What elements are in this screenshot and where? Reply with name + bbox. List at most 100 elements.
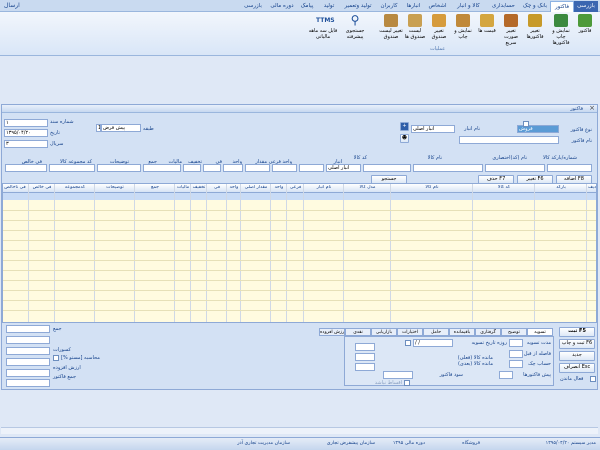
tab-fiscal-period[interactable]: دوره مالی [268,1,296,12]
side-input-3[interactable] [355,363,375,371]
tab-carrier[interactable]: حامل [423,328,449,336]
col-row[interactable]: ردیف [588,185,596,190]
grid-selected-row[interactable] [3,193,596,200]
tab-persons[interactable]: اشخاص [425,1,450,12]
invoice-ribbon-button[interactable]: فاکتور [574,14,596,34]
tab-invoice[interactable]: فاکتور [550,1,574,12]
tab-held[interactable]: گرفتاری [475,328,501,336]
tab-remain[interactable]: باقیمانده [449,328,475,336]
shortname-input[interactable] [485,164,545,172]
qty-input[interactable] [272,164,297,172]
account-input[interactable] [509,360,523,368]
col-tax[interactable]: مالیات [176,185,190,190]
group-number[interactable]: 1 [96,124,101,132]
tab-options[interactable]: اختیارات [397,328,423,336]
items-grid[interactable]: ردیف بارکد کد کالا نام کالا مدل کالا نام… [2,183,597,323]
col-price[interactable]: فی [208,185,226,190]
col-desc[interactable]: توضیحات [96,185,134,190]
horizontal-scrollbar[interactable] [1,427,598,434]
col-total[interactable]: جمع [136,185,174,190]
date-input[interactable]: ۱۳۹۵/۰۴/۲۰ [4,129,48,137]
col-barcode[interactable]: بارکد [536,185,586,190]
barcode-input[interactable] [547,164,592,172]
new-button[interactable]: جدید [559,351,595,361]
keep-open-checkbox[interactable] [590,376,596,382]
col-unit2[interactable]: واحد [228,185,240,190]
settle-days-input[interactable] [509,339,523,347]
change-cashbox-list-label: تغییر لیست صندوق [379,28,403,40]
change-cashbox-button[interactable]: تغییر صندوق [428,14,450,40]
tab-inspection[interactable]: بازرسی [574,1,598,12]
tab-sms[interactable]: پیامک [296,1,318,12]
desc-input[interactable] [97,164,141,172]
col-goods-name[interactable]: نام کالا [392,185,472,190]
tab-value-added[interactable]: ارزش افزوده [319,328,345,336]
change-cashbox-list-button[interactable]: تغییر لیست صندوق [378,14,404,40]
net-price-input[interactable] [5,164,47,172]
show-print-invoices-button[interactable]: نمایش و چاپ فاکتورها [548,14,574,46]
tax-input[interactable] [183,164,201,172]
price-input[interactable] [223,164,243,172]
col-sub[interactable]: فرعی [288,185,303,190]
save-print-button[interactable]: ثبت و چاپ F6 [559,339,595,349]
tab-audit[interactable]: بازرسی [238,1,268,12]
tab-marketer[interactable]: بازاریابی [371,328,397,336]
distance-input[interactable] [509,350,523,358]
customer-input[interactable] [459,136,559,144]
tab-goods[interactable]: کالا و انبار [450,1,487,12]
tab-bank[interactable]: بانک و چک [520,1,550,12]
side-input-1[interactable] [355,343,375,351]
close-icon[interactable]: × [589,105,595,112]
serial-input[interactable]: ۳ [4,140,48,148]
discount-input[interactable] [203,164,221,172]
show-print-button[interactable]: نمایش و چاپ [452,14,474,40]
side-input-2[interactable] [355,353,375,361]
goods-code-input[interactable] [363,164,411,172]
tax-checkbox[interactable] [53,355,59,361]
col-gross[interactable]: فی ناخالص [3,185,28,190]
tab-users[interactable]: کاربران [376,1,402,12]
tab-warehouses[interactable]: انبارها [402,1,425,12]
tab-production-repair[interactable]: تولید وتعمیر [340,1,376,12]
total-input[interactable] [143,164,181,172]
tab-note[interactable]: توضیح [501,328,527,336]
invoice-type-checkbox[interactable] [523,121,529,127]
profit-input[interactable] [383,371,413,379]
tab-settle[interactable]: تسویه [527,328,553,336]
groupcode-input[interactable] [49,164,95,172]
save-button[interactable]: ثبت F5 [559,327,595,337]
installment-checkbox[interactable] [404,380,410,386]
cancel-button[interactable]: انصراف Esc [559,363,595,373]
store-select[interactable]: انبار اصلی [326,164,361,172]
col-goods-model[interactable]: مدل کالا [345,185,390,190]
col-unit[interactable]: واحد [272,185,286,190]
advanced-search-button[interactable]: ⚲ جستجوی پیشرفته [340,14,370,41]
warehouse-select[interactable]: انبار اصلی [411,125,455,133]
col-store-name[interactable]: نام انبار [305,185,343,190]
cashbox-list-button[interactable]: لیست صندوق ها [404,14,426,40]
unit2-input[interactable] [245,164,270,172]
profit-label: سود فاکتور [439,372,463,378]
unit-input[interactable] [299,164,324,172]
col-discount[interactable]: تخفیف [192,185,206,190]
status-user: ۱۳۹۵/۰۴/۲۰ مدیر سیستم [545,441,596,446]
number-input[interactable]: ۱ [4,119,48,127]
ttms-button[interactable]: TTMS فایل سه ماهه مالیاتی [308,14,338,40]
goods-name-input[interactable] [413,164,483,172]
tab-production[interactable]: تولید [318,1,340,12]
add-icon[interactable]: + [400,122,409,131]
tab-cash[interactable]: نقدی [345,328,371,336]
tab-accounting[interactable]: حسابداری [487,1,520,12]
person-icon[interactable]: ☻ [400,134,409,143]
col-main-qty[interactable]: مقدار اصلی [242,185,270,190]
group-select[interactable]: پیش فرض [101,124,141,132]
prices-button[interactable]: قیمت ها [476,14,498,34]
change-invoices-button[interactable]: تغییر فاکتورها [524,14,546,40]
remain-input[interactable] [499,371,513,379]
col-group-code[interactable]: کدمجموعه [56,185,94,190]
settle-checkbox[interactable] [405,340,411,346]
settle-date-input[interactable]: / / [413,339,453,347]
change-quick-button[interactable]: تغییر صورت سریع [500,14,522,46]
col-goods-code[interactable]: کد کالا [474,185,534,190]
col-net[interactable]: فی خالص [30,185,54,190]
